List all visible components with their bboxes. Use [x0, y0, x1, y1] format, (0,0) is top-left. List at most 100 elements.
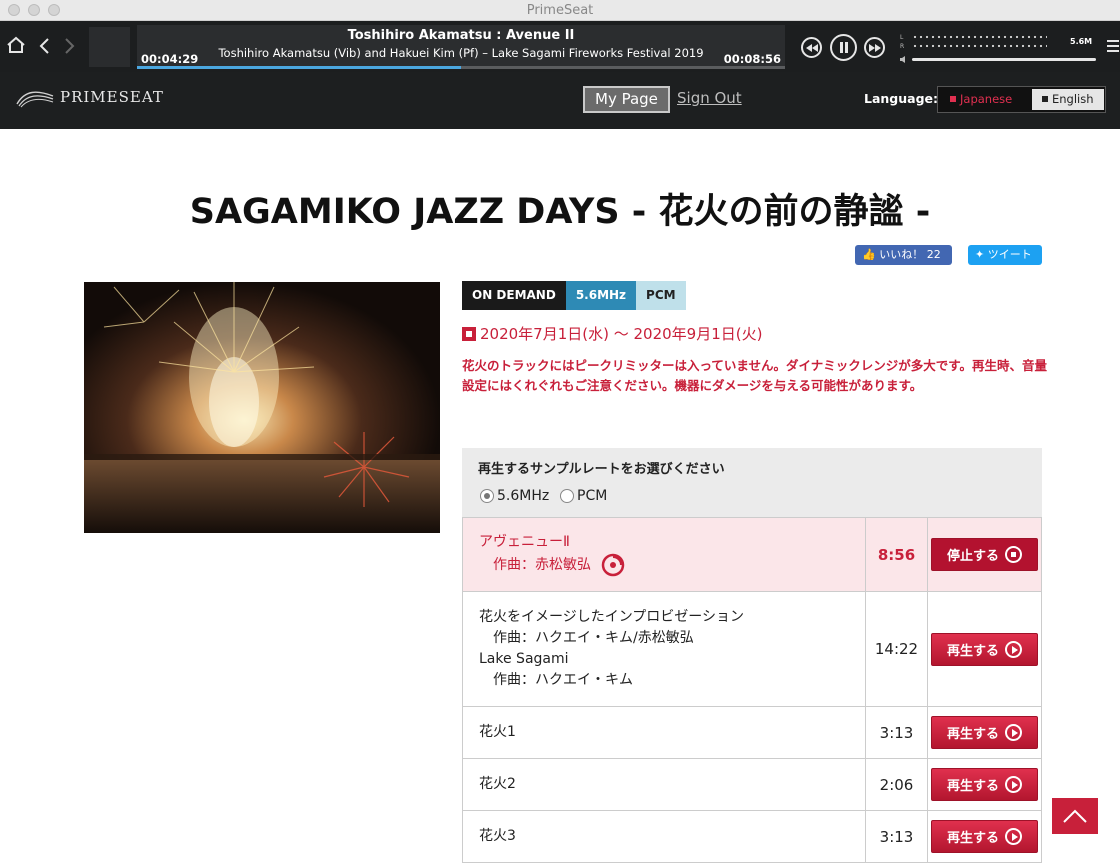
track-credit-row: 作曲：赤松敏弘	[479, 553, 865, 577]
track-title: 花火3	[479, 828, 516, 844]
sign-out-link[interactable]: Sign Out	[677, 89, 742, 107]
stop-button[interactable]: 停止する	[931, 538, 1038, 571]
radio-5-6mhz-label: 5.6MHz	[497, 488, 550, 504]
language-english-button[interactable]: English	[1032, 89, 1104, 110]
track-row: 花火をイメージしたインプロビゼーション 作曲：ハクエイ・キム/赤松敏弘 Lake…	[463, 592, 1041, 707]
now-playing-subtitle: Toshihiro Akamatsu (Vib) and Hakuei Kim …	[218, 46, 704, 60]
track-composer: 作曲：ハクエイ・キム	[493, 672, 633, 688]
play-icon	[1005, 828, 1022, 845]
meter-right-dots	[912, 44, 1047, 48]
track-title: 花火2	[479, 776, 516, 792]
play-icon	[1005, 724, 1022, 741]
japanese-marker-icon	[950, 96, 956, 102]
radio-pcm-label: PCM	[577, 488, 608, 504]
play-button[interactable]: 再生する	[931, 768, 1038, 801]
sample-rate-indicator: 5.6M	[1070, 37, 1093, 46]
track-duration: 3:13	[866, 811, 928, 862]
track-title: アヴェニューⅡ	[479, 534, 570, 550]
radio-5-6mhz[interactable]: 5.6MHz	[480, 488, 549, 504]
play-button-label: 再生する	[946, 831, 999, 846]
track-action-cell: 停止する	[928, 518, 1041, 591]
now-playing-disc-icon	[601, 553, 625, 577]
track-action-cell: 再生する	[928, 707, 1041, 758]
play-button-label: 再生する	[946, 643, 999, 659]
play-icon	[1005, 640, 1022, 658]
english-marker-icon	[1042, 96, 1048, 102]
facebook-like-button[interactable]: 👍 いいね！ 22	[855, 245, 952, 265]
play-button-label: 再生する	[946, 727, 999, 742]
rewind-button[interactable]	[801, 37, 822, 58]
tweet-button[interactable]: ✦ ツイート	[968, 245, 1042, 265]
tweet-label: ツイート	[987, 248, 1032, 261]
volume-icon	[900, 56, 905, 63]
track-duration: 3:13	[866, 707, 928, 758]
badge-pcm: PCM	[636, 281, 686, 310]
forward-icon[interactable]	[64, 38, 76, 54]
track-title: Lake Sagami	[479, 651, 569, 667]
badge-on-demand: ON DEMAND	[462, 281, 566, 310]
meter-right-label: R	[900, 43, 905, 50]
sample-rate-prompt: 再生するサンプルレートをお選びください	[478, 462, 725, 477]
fireworks-photo	[84, 282, 440, 533]
fast-forward-button[interactable]	[864, 37, 885, 58]
volume-slider[interactable]	[912, 58, 1096, 61]
track-info: 花火3	[463, 811, 866, 862]
language-label: Language:	[864, 91, 939, 106]
track-info: 花火1	[463, 707, 866, 758]
track-row: 花火2 2:06 再生する	[463, 759, 1041, 811]
play-button[interactable]: 再生する	[931, 716, 1038, 749]
format-badges: ON DEMAND 5.6MHz PCM	[462, 281, 686, 310]
track-composer: 作曲：赤松敏弘	[493, 556, 591, 573]
total-time: 00:08:56	[723, 52, 781, 66]
back-icon[interactable]	[38, 38, 50, 54]
play-button[interactable]: 再生する	[931, 632, 1038, 666]
track-row: 花火1 3:13 再生する	[463, 707, 1041, 759]
elapsed-time: 00:04:29	[141, 52, 199, 66]
stop-button-label: 停止する	[946, 549, 999, 564]
primeseat-logo[interactable]: PRIMESEAT	[15, 86, 164, 108]
facebook-like-label: いいね！ 22	[879, 248, 941, 261]
rewind-icon	[805, 43, 818, 52]
page-title: SAGAMIKO JAZZ DAYS - 花火の前の静謐 -	[189, 192, 931, 232]
progress-fill	[137, 66, 461, 69]
date-range-text: 2020年7月1日(水) 〜 2020年9月1日(火)	[480, 325, 763, 343]
track-list: アヴェニューⅡ 作曲：赤松敏弘 8:56 停止する 花火をイメージしたインプロビ…	[462, 517, 1042, 863]
track-info: 花火2	[463, 759, 866, 810]
track-action-cell: 再生する	[928, 759, 1041, 810]
language-switch: Japanese English	[937, 86, 1106, 113]
now-playing: Toshihiro Akamatsu : Avenue II Toshihiro…	[137, 25, 785, 69]
track-duration: 14:22	[866, 592, 928, 706]
radio-pcm[interactable]: PCM	[560, 488, 607, 504]
track-title: 花火1	[479, 724, 516, 740]
language-english-label: English	[1052, 92, 1094, 106]
calendar-icon	[462, 326, 476, 341]
track-composer: 作曲：ハクエイ・キム/赤松敏弘	[493, 630, 694, 646]
track-row: 花火3 3:13 再生する	[463, 811, 1041, 863]
track-duration: 2:06	[866, 759, 928, 810]
menu-icon[interactable]	[1107, 40, 1119, 55]
scroll-to-top-button[interactable]	[1052, 798, 1098, 834]
availability-dates: 2020年7月1日(水) 〜 2020年9月1日(火)	[462, 323, 762, 344]
track-action-cell: 再生する	[928, 811, 1041, 862]
twitter-bird-icon: ✦	[975, 248, 985, 261]
language-japanese-button[interactable]: Japanese	[940, 89, 1020, 110]
pause-icon	[839, 42, 848, 53]
window-title: PrimeSeat	[526, 3, 594, 18]
my-page-button[interactable]: My Page	[583, 86, 670, 113]
now-playing-title: Toshihiro Akamatsu : Avenue II	[347, 28, 575, 43]
volume-warning: 花火のトラックにはピークリミッターは入っていません。ダイナミックレンジが多大です…	[462, 358, 1048, 393]
radio-5-6mhz-indicator	[480, 489, 494, 503]
pause-button[interactable]	[830, 34, 857, 61]
track-info: 花火をイメージしたインプロビゼーション 作曲：ハクエイ・キム/赤松敏弘 Lake…	[463, 592, 866, 706]
language-japanese-label: Japanese	[960, 92, 1013, 106]
radio-pcm-indicator	[560, 489, 574, 503]
track-action-cell: 再生する	[928, 592, 1041, 706]
play-button[interactable]: 再生する	[931, 820, 1038, 853]
home-icon[interactable]	[6, 36, 26, 54]
meter-left-label: L	[900, 34, 904, 41]
thumbs-up-icon: 👍	[862, 248, 876, 261]
meter-left-dots	[912, 35, 1047, 39]
album-thumbnail	[89, 27, 130, 67]
track-title: 花火をイメージしたインプロビゼーション	[479, 609, 745, 625]
progress-track[interactable]	[137, 66, 785, 69]
